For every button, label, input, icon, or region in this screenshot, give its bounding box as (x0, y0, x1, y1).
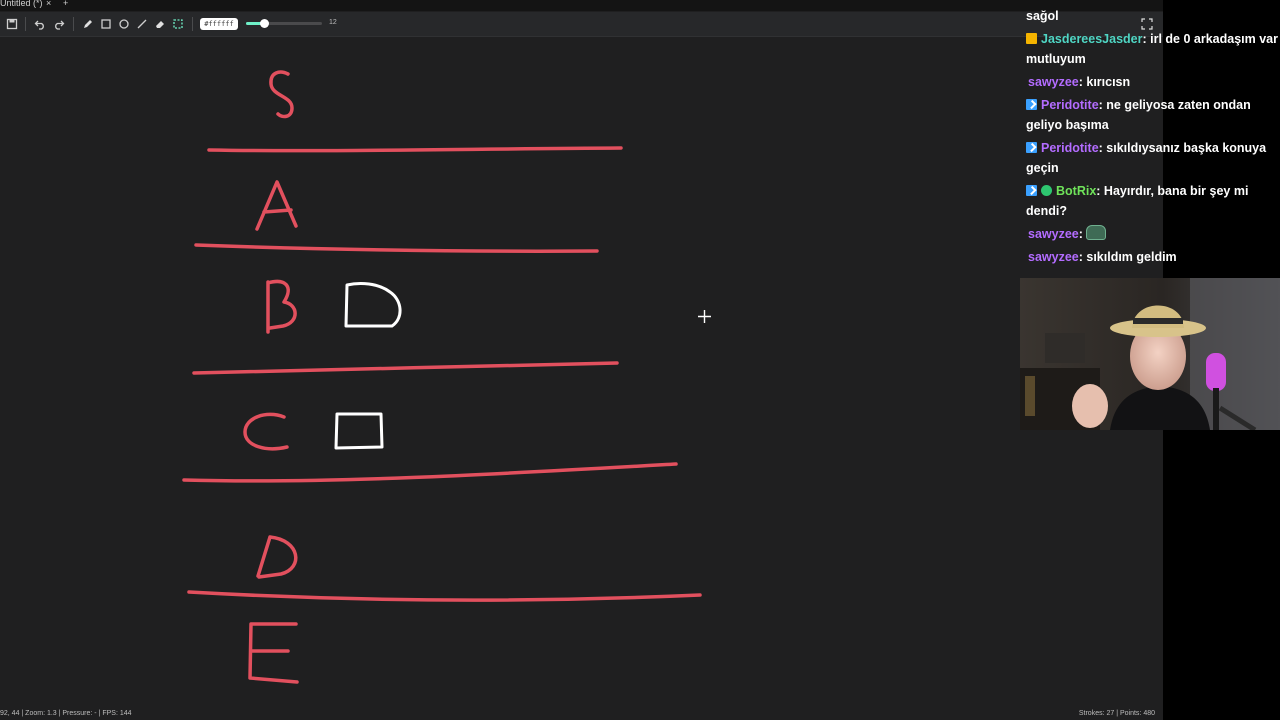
chat-message: Peridotite: ne geliyosa zaten ondan geli… (1026, 95, 1280, 135)
emote-icon (1086, 225, 1107, 240)
chat-username[interactable]: JasdereesJasder (1041, 32, 1142, 46)
chat-message: BotRix: Hayırdır, bana bir şey mi dendi? (1026, 181, 1280, 221)
stroke-divider (187, 590, 702, 602)
drawing-canvas[interactable] (0, 37, 1163, 707)
chat-message-text: : (1078, 227, 1087, 241)
chat-username[interactable]: sawyzee (1028, 227, 1079, 241)
stroke-divider (207, 146, 623, 153)
crosshair-cursor-icon (698, 310, 711, 323)
fullscreen-icon[interactable] (1141, 18, 1153, 30)
canvas-strokes (182, 70, 702, 684)
stroke-divider (194, 243, 599, 253)
stroke-letter-s (269, 70, 294, 119)
prime-badge-icon (1026, 99, 1037, 110)
chat-message-text: : kırıcısn (1078, 75, 1131, 89)
chat-message: sawyzee: kırıcısn (1026, 72, 1280, 92)
verified-badge-icon (1041, 185, 1052, 196)
prime-badge-icon (1026, 142, 1037, 153)
status-bar: 92, 44 | Zoom: 1.3 | Pressure: - | FPS: … (0, 707, 1163, 720)
chat-username[interactable]: Peridotite (1041, 98, 1099, 112)
status-info: 92, 44 | Zoom: 1.3 | Pressure: - | FPS: … (0, 710, 132, 717)
stroke-letter-e (248, 622, 299, 684)
crown-badge-icon (1026, 33, 1037, 44)
drawing-app: Untitled (*) × + #ffffff 12 92, 44 | Zoo… (0, 0, 1163, 720)
stroke-letter-b (266, 279, 297, 334)
chat-message: sawyzee: (1026, 224, 1280, 244)
stroke-shape-d (344, 282, 402, 328)
chat-username[interactable]: BotRix (1056, 184, 1096, 198)
prime-badge-icon (1026, 185, 1037, 196)
streamer-camera-image (1020, 278, 1280, 430)
chat-username[interactable]: Peridotite (1041, 141, 1099, 155)
chat-message: JasdereesJasder: irl de 0 arkadaşım var … (1026, 29, 1280, 69)
stroke-shape-square (334, 412, 384, 450)
chat-message: sawyzee: sıkıldım geldim (1026, 247, 1280, 267)
stroke-letter-c (243, 412, 289, 451)
stroke-letter-a (255, 180, 298, 231)
chat-message-text: : sıkıldım geldim (1078, 250, 1177, 264)
stroke-letter-d (256, 535, 298, 579)
stroke-divider (192, 361, 619, 375)
chat-panel: sağol JasdereesJasder: irl de 0 arkadaşı… (1020, 0, 1280, 275)
chat-username[interactable]: sawyzee (1028, 75, 1079, 89)
status-counts: Strokes: 27 | Points: 480 (1078, 710, 1155, 717)
chat-message: Peridotite: sıkıldıysanız başka konuya g… (1026, 138, 1280, 178)
webcam-feed (1020, 278, 1280, 430)
stroke-divider (182, 462, 678, 483)
chat-message: sağol (1026, 6, 1280, 26)
chat-message-text: sağol (1026, 9, 1059, 23)
chat-username[interactable]: sawyzee (1028, 250, 1079, 264)
